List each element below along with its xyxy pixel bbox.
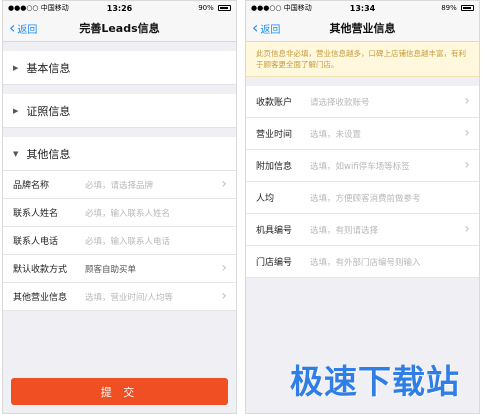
chevron-right-icon: › bbox=[464, 221, 470, 237]
watermark-logo: 极速下载站 bbox=[290, 362, 460, 401]
page-title: 其他营业信息 bbox=[329, 22, 396, 35]
battery-percent: 90% bbox=[198, 4, 214, 12]
field-placeholder: 必填，请选择品牌 bbox=[85, 180, 154, 191]
chevron-left-icon: ‹ bbox=[9, 18, 16, 37]
field-placeholder: 必填，输入联系人姓名 bbox=[85, 208, 171, 219]
status-right: 90% bbox=[157, 4, 231, 12]
battery-icon bbox=[460, 5, 474, 11]
back-button[interactable]: ‹ 返回 bbox=[9, 15, 37, 41]
field-placeholder: 选填，有则请选择 bbox=[310, 225, 379, 236]
field-brand-name[interactable]: 品牌名称 必填，请选择品牌 › bbox=[3, 171, 236, 199]
section-basic-info[interactable]: ▶ 基本信息 bbox=[3, 51, 236, 85]
carrier-label: ●●●○○ 中国移动 bbox=[8, 4, 69, 12]
info-notice: 此页信息非必填，营业信息越多，口碑上店铺信息越丰富，有利于顾客更全面了解门店。 bbox=[246, 42, 479, 77]
field-label: 联系人姓名 bbox=[13, 209, 59, 219]
field-label: 默认收款方式 bbox=[13, 265, 68, 275]
chevron-right-icon: › bbox=[464, 93, 470, 109]
field-placeholder: 选填，方便顾客消费前做参考 bbox=[310, 193, 421, 204]
section-other-info[interactable]: ▼ 其他信息 bbox=[3, 137, 236, 171]
section-license-info[interactable]: ▶ 证照信息 bbox=[3, 94, 236, 128]
back-button[interactable]: ‹ 返回 bbox=[252, 15, 280, 41]
left-phone-screen: ●●●○○ 中国移动 13:26 90% ‹ 返回 完善Leads信息 ▶ 基本… bbox=[2, 0, 237, 414]
field-label: 人均 bbox=[256, 194, 275, 204]
carrier-label: ●●●○○ 中国移动 bbox=[251, 4, 312, 12]
chevron-right-icon: › bbox=[221, 260, 227, 276]
field-placeholder: 必填，输入联系人电话 bbox=[85, 236, 171, 247]
field-label: 联系人电话 bbox=[13, 237, 59, 247]
field-payment-account[interactable]: 收款账户 请选择收款账号 › bbox=[246, 86, 479, 118]
page-title: 完善Leads信息 bbox=[79, 22, 160, 35]
field-additional-info[interactable]: 附加信息 选填，如wifi停车场等标签 › bbox=[246, 150, 479, 182]
field-label: 附加信息 bbox=[256, 162, 293, 172]
field-label: 其他营业信息 bbox=[13, 293, 68, 303]
battery-percent: 89% bbox=[441, 4, 457, 12]
back-label: 返回 bbox=[260, 24, 281, 36]
caret-down-icon: ▼ bbox=[13, 149, 19, 158]
section-label: 证照信息 bbox=[26, 104, 71, 118]
field-business-hours[interactable]: 营业时间 选填，未设置 › bbox=[246, 118, 479, 150]
battery-level bbox=[462, 7, 471, 9]
battery-icon bbox=[217, 5, 231, 11]
field-per-capita[interactable]: 人均 选填，方便顾客消费前做参考 bbox=[246, 182, 479, 214]
field-contact-name[interactable]: 联系人姓名 必填，输入联系人姓名 bbox=[3, 199, 236, 227]
navigation-bar: ‹ 返回 其他营业信息 bbox=[246, 15, 479, 42]
status-time: 13:26 bbox=[106, 3, 133, 13]
field-placeholder: 选填，未设置 bbox=[310, 129, 362, 140]
right-phone-screen: ●●●○○ 中国移动 13:34 89% ‹ 返回 其他营业信息 此页信息非必填… bbox=[245, 0, 480, 414]
back-label: 返回 bbox=[17, 24, 38, 36]
status-time: 13:34 bbox=[349, 3, 376, 13]
field-label: 门店编号 bbox=[256, 258, 293, 268]
submit-button[interactable]: 提 交 bbox=[11, 378, 228, 405]
chevron-left-icon: ‹ bbox=[252, 18, 259, 37]
field-placeholder: 选填，如wifi停车场等标签 bbox=[310, 161, 410, 172]
battery-level bbox=[219, 7, 228, 9]
field-label: 品牌名称 bbox=[13, 181, 50, 191]
field-placeholder: 选填，有外部门店编号则输入 bbox=[310, 257, 421, 268]
field-placeholder: 选填，营业时间/人均等 bbox=[85, 292, 173, 303]
field-label: 机具编号 bbox=[256, 226, 293, 236]
chevron-right-icon: › bbox=[464, 125, 470, 141]
field-placeholder: 请选择收款账号 bbox=[310, 97, 370, 108]
chevron-right-icon: › bbox=[221, 288, 227, 304]
caret-right-icon: ▶ bbox=[13, 63, 19, 72]
status-right: 89% bbox=[400, 4, 474, 12]
field-device-number[interactable]: 机具编号 选填，有则请选择 › bbox=[246, 214, 479, 246]
field-label: 收款账户 bbox=[256, 98, 293, 108]
chevron-right-icon: › bbox=[221, 176, 227, 192]
section-label: 基本信息 bbox=[26, 61, 71, 75]
field-store-number[interactable]: 门店编号 选填，有外部门店编号则输入 bbox=[246, 246, 479, 278]
field-label: 营业时间 bbox=[256, 130, 293, 140]
field-value: 顾客自助买单 bbox=[85, 264, 137, 275]
status-bar: ●●●○○ 中国移动 13:26 90% bbox=[3, 1, 236, 15]
field-other-business-info[interactable]: 其他营业信息 选填，营业时间/人均等 › bbox=[3, 283, 236, 311]
caret-right-icon: ▶ bbox=[13, 106, 19, 115]
section-label: 其他信息 bbox=[26, 147, 71, 161]
chevron-right-icon: › bbox=[464, 157, 470, 173]
status-bar: ●●●○○ 中国移动 13:34 89% bbox=[246, 1, 479, 15]
navigation-bar: ‹ 返回 完善Leads信息 bbox=[3, 15, 236, 42]
field-default-payment[interactable]: 默认收款方式 顾客自助买单 › bbox=[3, 255, 236, 283]
field-contact-phone[interactable]: 联系人电话 必填，输入联系人电话 bbox=[3, 227, 236, 255]
